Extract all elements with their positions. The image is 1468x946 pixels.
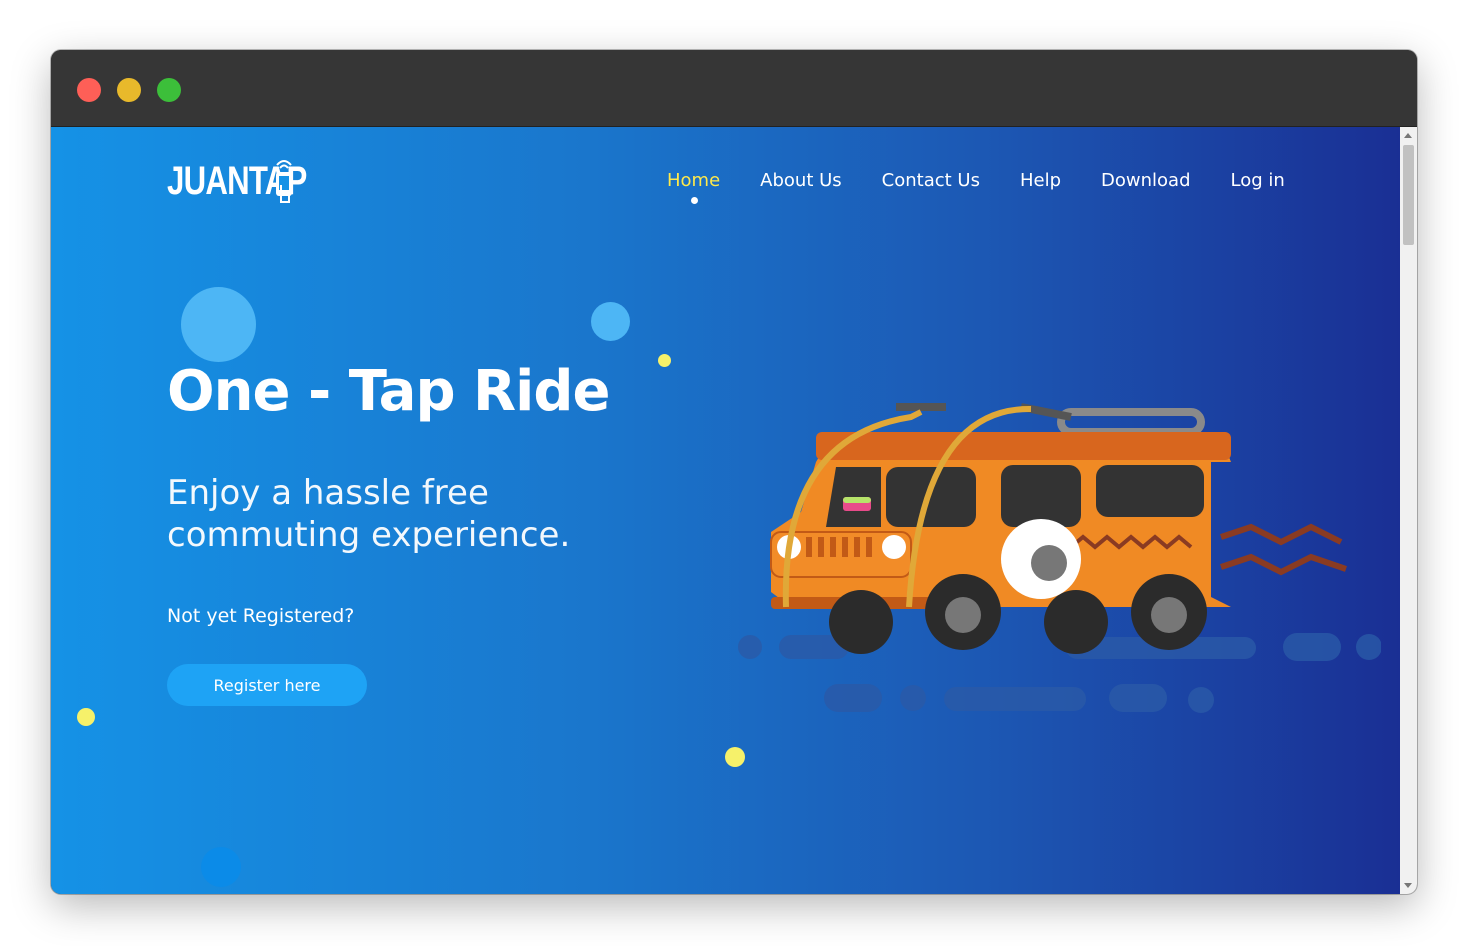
tap-phone-icon	[276, 160, 292, 203]
nav-home[interactable]: Home	[667, 170, 720, 204]
register-prompt: Not yet Registered?	[167, 605, 355, 627]
decor-circle	[591, 302, 630, 341]
nav-help[interactable]: Help	[1020, 170, 1061, 191]
decor-dot	[658, 354, 671, 367]
hero-subtitle: Enjoy a hassle free commuting experience…	[167, 473, 571, 555]
decor-dot	[725, 747, 745, 767]
close-window-button[interactable]	[77, 78, 101, 102]
decor-circle	[201, 847, 241, 887]
scrollbar-thumb[interactable]	[1403, 145, 1414, 245]
nav-about-us[interactable]: About Us	[760, 170, 842, 191]
scroll-up-arrow-icon[interactable]	[1404, 133, 1412, 138]
juantap-logo[interactable]: JUANTAP	[167, 151, 327, 211]
maximize-window-button[interactable]	[157, 78, 181, 102]
vertical-scrollbar[interactable]	[1400, 127, 1417, 894]
title-bar	[51, 50, 1417, 127]
jeepney-illustration	[738, 403, 1381, 713]
nav-contact-us[interactable]: Contact Us	[882, 170, 980, 191]
main-nav: Home About Us Contact Us Help Download L…	[667, 170, 1285, 204]
decor-dot	[77, 708, 95, 726]
nav-log-in[interactable]: Log in	[1231, 170, 1285, 191]
page-viewport: JUANTAP Home About Us Contact Us Help Do…	[51, 127, 1400, 894]
scroll-down-arrow-icon[interactable]	[1404, 883, 1412, 888]
decor-circle	[181, 287, 256, 362]
register-button[interactable]: Register here	[167, 664, 367, 706]
nav-download[interactable]: Download	[1101, 170, 1190, 191]
hero-title: One - Tap Ride	[167, 359, 610, 424]
browser-window: JUANTAP Home About Us Contact Us Help Do…	[51, 50, 1417, 894]
minimize-window-button[interactable]	[117, 78, 141, 102]
